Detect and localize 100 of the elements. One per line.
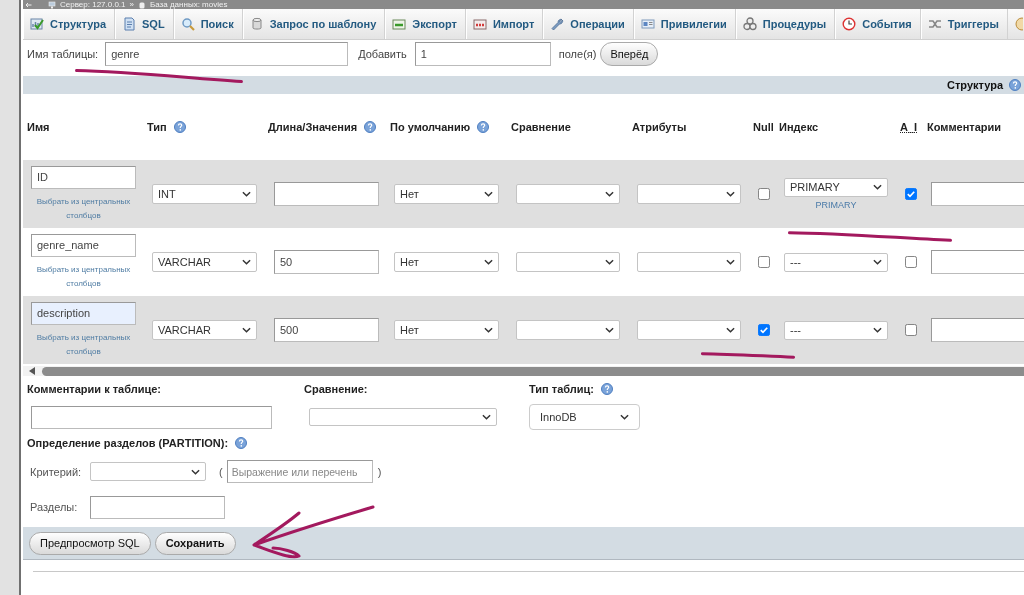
- default-select[interactable]: Нет: [394, 184, 499, 204]
- chevron-icon: [605, 191, 614, 197]
- column-header: Null: [753, 121, 774, 133]
- column-header: Сравнение: [511, 121, 571, 133]
- partition-criterion-select[interactable]: [90, 462, 206, 481]
- column-header: Имя: [27, 121, 50, 133]
- preview-sql-button[interactable]: Предпросмотр SQL: [29, 531, 151, 555]
- chevron-icon: [873, 259, 882, 265]
- chevron-icon: [726, 259, 735, 265]
- length-field[interactable]: [274, 182, 379, 206]
- tab[interactable]: Структура: [23, 9, 115, 39]
- central-columns-link[interactable]: Выбрать из центральных столбцов: [31, 194, 136, 223]
- chevron-icon: [482, 414, 491, 420]
- section-title: Структура: [947, 79, 1003, 91]
- server-icon: [48, 0, 56, 9]
- tab[interactable]: SQL: [115, 9, 174, 39]
- partitions-field[interactable]: [90, 495, 225, 519]
- tab[interactable]: Импорт: [465, 9, 544, 39]
- column-header: Индекс: [779, 121, 819, 133]
- length-field[interactable]: 500: [274, 318, 379, 342]
- null-checkbox[interactable]: [758, 188, 770, 200]
- auto-increment-checkbox[interactable]: [905, 324, 917, 336]
- attributes-select[interactable]: [637, 320, 741, 340]
- column-comment-field[interactable]: [931, 250, 1024, 274]
- parenthesis: (: [219, 465, 223, 478]
- partition-title: Определение разделов (PARTITION):: [27, 436, 229, 450]
- auto-increment-checkbox[interactable]: [905, 188, 917, 200]
- panel-icon: [472, 17, 487, 31]
- column-comment-field[interactable]: [931, 318, 1024, 342]
- partition-expression-field[interactable]: Выражение или перечень: [226, 460, 373, 483]
- clock-icon: [842, 17, 857, 31]
- collation-select[interactable]: [516, 184, 620, 204]
- breadcrumb-separator: »: [129, 0, 134, 9]
- tab[interactable]: Триггеры: [920, 9, 1008, 39]
- chart-check-icon: [30, 17, 44, 31]
- type-select[interactable]: VARCHAR: [152, 320, 257, 340]
- partitions-label: Разделы:: [30, 501, 79, 513]
- chevron-icon: [484, 191, 493, 197]
- id-card-icon: [640, 17, 655, 31]
- save-button[interactable]: Сохранить: [154, 531, 236, 555]
- collation-select[interactable]: [516, 252, 620, 272]
- table-collation-select[interactable]: [309, 408, 497, 426]
- criterion-label: Критерий:: [30, 465, 83, 478]
- null-checkbox[interactable]: [758, 324, 770, 336]
- field-count-field[interactable]: 1: [414, 42, 551, 66]
- chevron-icon: [242, 259, 251, 265]
- collation-select[interactable]: [516, 320, 620, 340]
- column-header: A_I: [900, 121, 918, 133]
- table-name-label: Имя таблицы:: [27, 48, 99, 60]
- column-header: Атрибуты: [632, 121, 687, 133]
- database-icon: [249, 17, 264, 31]
- arrow-icon: [25, 1, 32, 8]
- collation-label: Сравнение:: [304, 382, 369, 396]
- index-select[interactable]: ---: [784, 252, 888, 272]
- table-name-field[interactable]: genre: [105, 42, 349, 66]
- chevron-icon: [873, 184, 882, 190]
- chevron-icon: [605, 259, 614, 265]
- tab[interactable]: Поиск: [173, 9, 243, 39]
- column-header: Тип: [147, 121, 167, 133]
- chevron-icon: [620, 414, 629, 420]
- storage-engine-select[interactable]: InnoDB: [529, 404, 640, 430]
- central-columns-link[interactable]: Выбрать из центральных столбцов: [31, 330, 136, 359]
- index-name-link[interactable]: PRIMARY: [815, 199, 857, 211]
- tab[interactable]: События: [835, 9, 921, 39]
- search-icon: [180, 17, 195, 31]
- document-icon: [122, 17, 136, 31]
- default-select[interactable]: Нет: [394, 252, 499, 272]
- length-field[interactable]: 50: [274, 250, 379, 274]
- parenthesis: ): [377, 465, 382, 478]
- tab[interactable]: Операции: [543, 9, 634, 39]
- auto-increment-checkbox[interactable]: [905, 256, 917, 268]
- chevron-icon: [191, 468, 200, 475]
- index-select[interactable]: ---: [784, 320, 888, 340]
- chevron-icon: [242, 191, 251, 197]
- column-header: По умолчанию: [390, 121, 471, 133]
- type-select[interactable]: VARCHAR: [152, 252, 257, 272]
- chevron-icon: [873, 327, 882, 333]
- null-checkbox[interactable]: [758, 256, 770, 268]
- column-name-field[interactable]: genre_name: [31, 233, 136, 257]
- crossed-arrows-icon: [927, 17, 942, 31]
- tab[interactable]: Запрос по шаблону: [242, 9, 386, 39]
- go-button[interactable]: Вперёд: [600, 42, 659, 66]
- column-name-field[interactable]: ID: [31, 165, 136, 189]
- attributes-select[interactable]: [637, 252, 741, 272]
- tab[interactable]: Процедуры: [735, 9, 836, 39]
- table-comment-field[interactable]: [31, 405, 272, 429]
- wrench-icon: [550, 17, 565, 31]
- column-comment-field[interactable]: [931, 182, 1024, 206]
- attributes-select[interactable]: [637, 184, 741, 204]
- database-icon: [138, 0, 146, 9]
- default-select[interactable]: Нет: [394, 320, 499, 340]
- column-name-field[interactable]: description: [31, 301, 136, 325]
- type-select[interactable]: INT: [152, 184, 257, 204]
- index-select[interactable]: PRIMARY: [784, 177, 888, 197]
- tab[interactable]: Экспорт: [385, 9, 466, 39]
- tab[interactable]: Привилегии: [633, 9, 736, 39]
- table-comment-label: Комментарии к таблице:: [27, 382, 162, 396]
- column-header: Длина/Значения: [268, 121, 358, 133]
- central-columns-link[interactable]: Выбрать из центральных столбцов: [31, 262, 136, 291]
- scroll-left-arrow-icon: [29, 367, 35, 375]
